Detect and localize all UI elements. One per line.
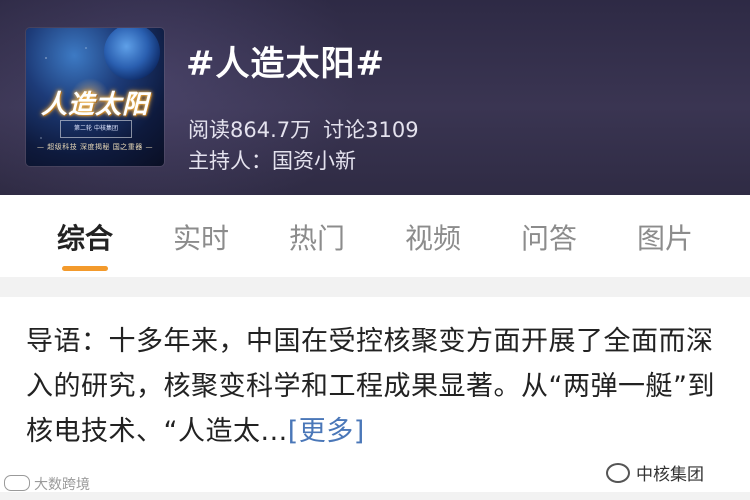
tab-hot[interactable]: 热门 xyxy=(259,217,375,257)
cover-subtitle: — 超级科技 深度揭秘 国之重器 — xyxy=(37,143,153,151)
intro-text: 导语：十多年来，中国在受控核聚变方面开展了全面而深入的研究，核聚变科学和工程成果… xyxy=(26,326,715,447)
wechat-icon xyxy=(606,463,630,483)
topic-host[interactable]: 主持人：国资小新 xyxy=(188,145,356,175)
tab-images[interactable]: 图片 xyxy=(607,217,723,257)
read-count: 阅读864.7万 xyxy=(188,118,312,142)
watermark-logo-icon xyxy=(4,475,30,491)
topic-stats: 阅读864.7万 讨论3109 xyxy=(188,114,419,144)
tab-realtime[interactable]: 实时 xyxy=(143,217,259,257)
watermark-left: 大数跨境 xyxy=(4,474,90,494)
watermark-right: 中核集团 xyxy=(606,460,704,485)
cover-box-text: 第二轮 中核集团 xyxy=(60,120,132,138)
cover-title: 人造太阳 xyxy=(40,90,149,120)
tab-video[interactable]: 视频 xyxy=(375,217,491,257)
watermark-right-text: 中核集团 xyxy=(636,465,704,485)
tab-qa[interactable]: 问答 xyxy=(491,217,607,257)
intro-text-block: 导语：十多年来，中国在受控核聚变方面开展了全面而深入的研究，核聚变科学和工程成果… xyxy=(26,319,726,454)
discussion-count: 讨论3109 xyxy=(323,118,419,142)
more-link[interactable]: [更多] xyxy=(288,416,365,447)
topic-header: 人造太阳 第二轮 中核集团 — 超级科技 深度揭秘 国之重器 — #人造太阳# … xyxy=(0,0,750,195)
watermark-left-text: 大数跨境 xyxy=(34,477,90,493)
tab-comprehensive[interactable]: 综合 xyxy=(27,217,143,257)
active-tab-indicator xyxy=(62,266,108,271)
topic-cover-image[interactable]: 人造太阳 第二轮 中核集团 — 超级科技 深度揭秘 国之重器 — xyxy=(26,28,164,166)
tab-bar: 综合 实时 热门 视频 问答 图片 xyxy=(0,195,750,277)
topic-title: #人造太阳# xyxy=(186,44,385,84)
